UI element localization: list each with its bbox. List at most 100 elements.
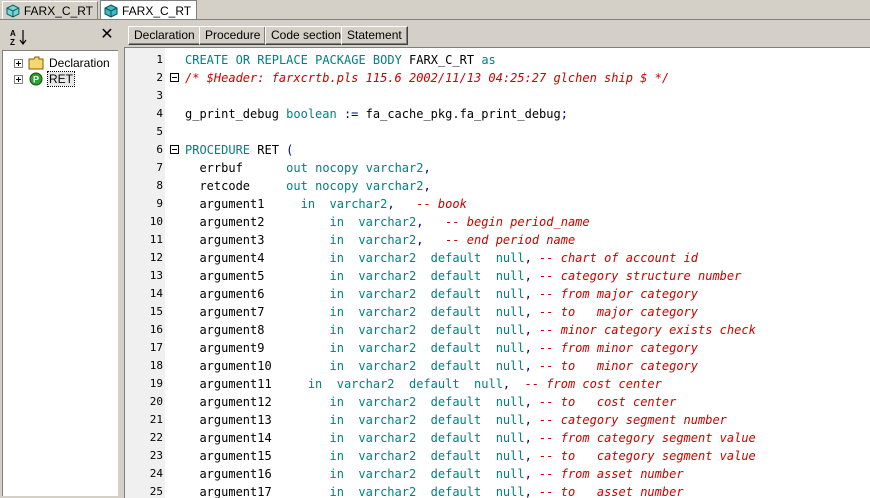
expand-icon[interactable] [14, 74, 23, 84]
svg-text:A: A [10, 29, 16, 38]
line-number: 6 [156, 143, 163, 156]
svg-text:P: P [33, 75, 39, 85]
code-line: 5 [125, 123, 870, 141]
code-text: argument10 in varchar2 default null, -- … [199, 359, 698, 373]
folder-icon [28, 56, 44, 70]
code-text: PROCEDURE RET ( [185, 143, 294, 157]
code-section-button[interactable]: Code section [265, 26, 348, 45]
code-line: 23 argument15 in varchar2 default null, … [125, 447, 870, 465]
line-number: 11 [149, 233, 163, 246]
line-number: 13 [149, 269, 163, 282]
navigator-toolbar: A Z ✕ [2, 24, 117, 48]
collapse-icon[interactable] [170, 73, 179, 82]
expand-icon[interactable] [14, 58, 23, 68]
line-number: 12 [149, 251, 163, 264]
code-text: argument7 in varchar2 default null, -- t… [199, 305, 699, 319]
tree-item-ret[interactable]: P RET [3, 71, 75, 87]
code-line: 8 retcode out nocopy varchar2, [125, 177, 870, 195]
code-text: argument16 in varchar2 default null, -- … [199, 467, 684, 481]
code-text: argument11 in varchar2 default null, -- … [199, 377, 662, 391]
code-line: 22 argument14 in varchar2 default null, … [125, 429, 870, 447]
code-line: 2 /* $Header: farxcrtb.pls 115.6 2002/11/… [125, 69, 870, 87]
tab-label: FARX_C_RT [23, 3, 93, 18]
tree-item-declaration[interactable]: Declaration [3, 55, 111, 71]
line-number: 5 [156, 125, 163, 138]
package-icon [6, 4, 20, 17]
code-line: 25 argument17 in varchar2 default null, … [125, 483, 870, 498]
code-line: 19 argument11 in varchar2 default null, … [125, 375, 870, 393]
package-body-icon [104, 3, 118, 18]
svg-text:Z: Z [10, 38, 15, 46]
line-number: 22 [149, 431, 163, 444]
tab-farx-c-rt-body[interactable]: FARX_C_RT [100, 0, 197, 20]
code-text: argument6 in varchar2 default null, -- f… [199, 287, 699, 301]
code-line: 21 argument13 in varchar2 default null, … [125, 411, 870, 429]
line-number: 20 [149, 395, 163, 408]
code-line: 14 argument6 in varchar2 default null, -… [125, 285, 870, 303]
line-number: 4 [156, 107, 163, 120]
navigator-panel: A Z ✕ Declaration P RET [0, 22, 119, 497]
code-line: 13 argument5 in varchar2 default null, -… [125, 267, 870, 285]
code-text: argument15 in varchar2 default null, -- … [199, 449, 756, 463]
code-text: argument14 in varchar2 default null, -- … [199, 431, 756, 445]
line-number: 24 [149, 467, 163, 480]
line-number: 17 [149, 341, 163, 354]
panel-splitter[interactable] [119, 20, 123, 497]
line-number: 9 [156, 197, 163, 210]
code-text: argument17 in varchar2 default null, -- … [199, 485, 684, 498]
line-number: 21 [149, 413, 163, 426]
code-line: 12 argument4 in varchar2 default null, -… [125, 249, 870, 267]
line-number: 10 [149, 215, 163, 228]
line-number: 8 [156, 179, 163, 192]
tree-item-label: Declaration [49, 56, 110, 70]
procedure-button[interactable]: Procedure [199, 26, 267, 45]
line-number: 15 [149, 305, 163, 318]
code-text: CREATE OR REPLACE PACKAGE BODY FARX_C_RT… [185, 53, 496, 67]
declaration-button[interactable]: Declaration [128, 26, 201, 45]
code-line: 3 [125, 87, 870, 105]
line-number: 2 [156, 71, 163, 84]
code-text: argument5 in varchar2 default null, -- c… [199, 269, 742, 283]
tree-item-label: RET [47, 71, 75, 87]
line-number: 25 [149, 485, 163, 498]
code-line: 6 PROCEDURE RET ( [125, 141, 870, 159]
code-text: argument8 in varchar2 default null, -- m… [199, 323, 756, 337]
tab-label: FARX_C_RT [122, 3, 192, 18]
sort-az-icon[interactable]: A Z [9, 28, 29, 46]
code-text: argument13 in varchar2 default null, -- … [199, 413, 727, 427]
code-line: 24 argument16 in varchar2 default null, … [125, 465, 870, 483]
code-text: argument3 in varchar2, -- end period nam… [199, 233, 576, 247]
code-line: 10 argument2 in varchar2, -- begin perio… [125, 213, 870, 231]
code-text: errbuf out nocopy varchar2, [199, 161, 431, 175]
close-icon[interactable]: ✕ [100, 26, 114, 42]
code-text: argument4 in varchar2 default null, -- c… [199, 251, 699, 265]
code-line: 17 argument9 in varchar2 default null, -… [125, 339, 870, 357]
code-line: 9 argument1 in varchar2, -- book [125, 195, 870, 213]
statement-button[interactable]: Statement [341, 26, 408, 45]
code-line: 15 argument7 in varchar2 default null, -… [125, 303, 870, 321]
line-number: 19 [149, 377, 163, 390]
code-text: g_print_debug boolean := fa_cache_pkg.fa… [185, 107, 568, 121]
procedure-icon: P [29, 72, 43, 86]
line-number: 16 [149, 323, 163, 336]
code-text: argument9 in varchar2 default null, -- f… [199, 341, 699, 355]
line-number: 23 [149, 449, 163, 462]
code-line: 11 argument3 in varchar2, -- end period … [125, 231, 870, 249]
code-text: retcode out nocopy varchar2, [199, 179, 431, 193]
collapse-icon[interactable] [170, 145, 179, 154]
tab-strip-divider [0, 19, 870, 20]
document-tab-strip: FARX_C_RT FARX_C_RT [0, 0, 870, 20]
tab-farx-c-rt-spec[interactable]: FARX_C_RT [2, 1, 98, 19]
code-text: argument2 in varchar2, -- begin period_n… [199, 215, 590, 229]
code-line: 1 CREATE OR REPLACE PACKAGE BODY FARX_C_R… [125, 51, 870, 69]
line-number: 18 [149, 359, 163, 372]
object-tree: Declaration P RET [2, 50, 118, 496]
line-number: 14 [149, 287, 163, 300]
code-line: 16 argument8 in varchar2 default null, -… [125, 321, 870, 339]
code-text: /* $Header: farxcrtb.pls 115.6 2002/11/1… [185, 71, 670, 85]
code-editor[interactable]: 1 CREATE OR REPLACE PACKAGE BODY FARX_C_R… [124, 47, 870, 498]
code-text: argument12 in varchar2 default null, -- … [199, 395, 677, 409]
code-line: 7 errbuf out nocopy varchar2, [125, 159, 870, 177]
line-number: 1 [156, 53, 163, 66]
line-number: 3 [156, 89, 163, 102]
